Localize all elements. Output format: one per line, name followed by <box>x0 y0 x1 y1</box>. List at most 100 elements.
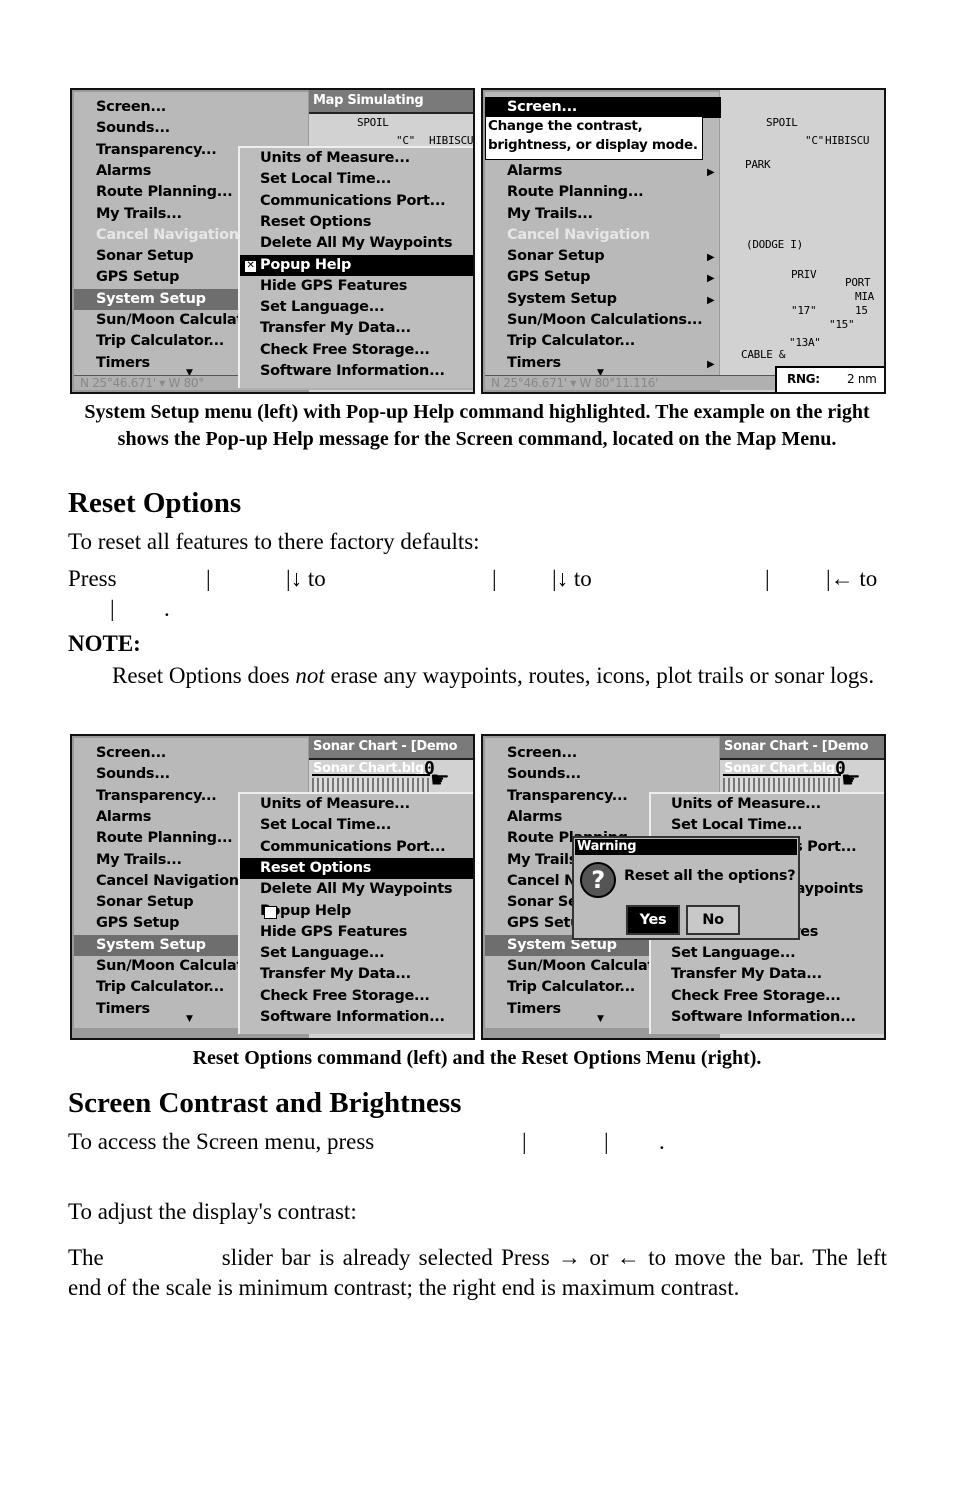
submenu-arrow-icon: ▶ <box>707 273 715 285</box>
submenu-item-units-of-measure[interactable]: Units of Measure... <box>260 794 410 815</box>
submenu-item-set-local-time[interactable]: Set Local Time... <box>260 169 391 190</box>
menu-item-trip-calculator[interactable]: Trip Calculator... <box>507 977 635 998</box>
reset-sep-3: | <box>765 566 770 591</box>
menu-item-cancel-navigation[interactable]: Cancel Navigation <box>96 225 239 246</box>
popup-help-checkbox[interactable]: ✕ <box>244 259 257 273</box>
menu-item-route-planning[interactable]: Route Planning... <box>96 182 233 203</box>
menu-item-timers[interactable]: Timers <box>507 353 561 374</box>
menu-item-transparency[interactable]: Transparency... <box>96 786 217 807</box>
menu-item-timers[interactable]: Timers <box>96 999 150 1020</box>
note-text-post: erase any waypoints, routes, icons, plot… <box>324 663 875 688</box>
submenu-item-set-local-time[interactable]: Set Local Time... <box>260 815 391 836</box>
window-title: Map Simulating <box>309 90 473 114</box>
submenu-item-hide-gps-features[interactable]: Hide GPS Features <box>260 922 407 943</box>
menu-item-system-setup[interactable]: System Setup <box>507 289 617 310</box>
submenu-item-communications-port[interactable]: Communications Port... <box>260 191 446 212</box>
submenu-item-transfer-my-data[interactable]: Transfer My Data... <box>260 318 411 339</box>
scroll-down-arrow-icon[interactable]: ▼ <box>597 1014 604 1024</box>
map-label: PRIV <box>791 268 817 281</box>
system-setup-submenu: Units of Measure...Set Local Time...Comm… <box>238 792 473 1034</box>
menu-item-gps-setup[interactable]: GPS Setup <box>96 267 180 288</box>
menu-item-trip-calculator[interactable]: Trip Calculator... <box>96 331 224 352</box>
submenu-item-delete-all-my-waypoints[interactable]: Delete All My Waypoints <box>260 879 453 900</box>
menu-item-timers[interactable]: Timers <box>96 353 150 374</box>
map-label: "13A" <box>789 336 821 349</box>
menu-item-alarms[interactable]: Alarms <box>96 161 151 182</box>
menu-item-sounds[interactable]: Sounds... <box>96 118 170 139</box>
menu-item-trip-calculator[interactable]: Trip Calculator... <box>96 977 224 998</box>
menu-item-sun-moon-calculat[interactable]: Sun/Moon Calculat <box>507 956 654 977</box>
submenu-item-set-language[interactable]: Set Language... <box>260 297 385 318</box>
menu-item-sonar-setup[interactable]: Sonar Setup <box>96 892 194 913</box>
menu-item-screen[interactable]: Screen... <box>507 743 577 764</box>
menu-item-screen[interactable]: Screen... <box>96 97 166 118</box>
menu-item-gps-setup[interactable]: GPS Setup <box>507 267 591 288</box>
menu-item-my-trails[interactable]: My Trails... <box>96 850 182 871</box>
menu-item-my-trails[interactable]: My Trails... <box>507 204 593 225</box>
submenu-item-software-information[interactable]: Software Information... <box>671 1007 856 1028</box>
popup-help-tooltip: Change the contrast, brightness, or disp… <box>485 116 703 160</box>
submenu-item-transfer-my-data[interactable]: Transfer My Data... <box>260 964 411 985</box>
menu-item-route-planning[interactable]: Route Planning... <box>507 182 644 203</box>
submenu-item-popup-help[interactable]: Popup Help <box>260 901 351 922</box>
reset-left-to: |← to <box>826 566 878 591</box>
screen-access: To access the Screen menu, press <box>68 1129 375 1154</box>
submenu-item-units-of-measure[interactable]: Units of Measure... <box>671 794 821 815</box>
submenu-item-check-free-storage[interactable]: Check Free Storage... <box>671 986 841 1007</box>
menu-item-sun-moon-calculat[interactable]: Sun/Moon Calculat <box>96 956 243 977</box>
window-title: Sonar Chart - [Demo Sonar Chart.blg] <box>720 736 884 776</box>
menu-item-alarms[interactable]: Alarms <box>507 161 562 182</box>
submenu-item-reset-options[interactable]: Reset Options <box>240 857 473 879</box>
submenu-item-transfer-my-data[interactable]: Transfer My Data... <box>671 964 822 985</box>
warning-dialog: Warning? Reset all the options? Yes No <box>572 836 800 940</box>
submenu-item-check-free-storage[interactable]: Check Free Storage... <box>260 986 430 1007</box>
submenu-item-reset-options[interactable]: Reset Options <box>260 212 371 233</box>
submenu-item-communications-port[interactable]: Communications Port... <box>260 837 446 858</box>
menu-item-cancel-navigation[interactable]: Cancel Navigation <box>507 225 650 246</box>
scroll-down-arrow-icon[interactable]: ▼ <box>186 1014 193 1024</box>
menu-item-cancel-navigation[interactable]: Cancel Navigation <box>96 871 239 892</box>
reset-intro: To reset all features to there factory d… <box>68 529 480 554</box>
submenu-item-popup-help[interactable]: Popup Help ✕ <box>240 254 473 276</box>
submenu-item-hide-gps-features[interactable]: Hide GPS Features <box>260 276 407 297</box>
menu-item-sonar-setup[interactable]: Sonar Setup <box>507 246 605 267</box>
reset-down-to-2: |↓ to <box>552 566 592 591</box>
popup-help-checkbox[interactable] <box>264 905 277 919</box>
menu-item-sonar-setup[interactable]: Sonar Setup <box>96 246 194 267</box>
menu-item-alarms[interactable]: Alarms <box>507 807 562 828</box>
map-label: "C" <box>805 134 824 147</box>
menu-item-sounds[interactable]: Sounds... <box>96 764 170 785</box>
map-label: "17" <box>791 304 817 317</box>
menu-item-gps-setup[interactable]: GPS Setup <box>96 913 180 934</box>
yes-button[interactable]: Yes <box>624 903 682 937</box>
map-label: SPOIL <box>357 116 389 129</box>
screenshot-reset-options-command: Sonar Chart - [Demo Sonar Chart.blg] 0 ☛ Sc… <box>70 734 475 1040</box>
no-button[interactable]: No <box>686 905 740 935</box>
menu-item-my-trails[interactable]: My Trails... <box>96 204 182 225</box>
range-label: RNG: <box>787 372 820 386</box>
submenu-item-set-language[interactable]: Set Language... <box>260 943 385 964</box>
submenu-item-units-of-measure[interactable]: Units of Measure... <box>260 148 410 169</box>
menu-item-sun-moon-calculations[interactable]: Sun/Moon Calculations... <box>507 310 703 331</box>
submenu-item-check-free-storage[interactable]: Check Free Storage... <box>260 340 430 361</box>
map-label: MIA <box>855 290 874 303</box>
reset-line2-end: . <box>164 596 170 621</box>
menu-item-screen[interactable]: Screen... <box>485 97 721 118</box>
menu-item-trip-calculator[interactable]: Trip Calculator... <box>507 331 635 352</box>
submenu-item-set-local-time[interactable]: Set Local Time... <box>671 815 802 836</box>
menu-item-timers[interactable]: Timers <box>507 999 561 1020</box>
submenu-item-software-information[interactable]: Software Information... <box>260 1007 445 1028</box>
menu-item-sun-moon-calculat[interactable]: Sun/Moon Calculat <box>96 310 243 331</box>
submenu-item-delete-all-my-waypoints[interactable]: Delete All My Waypoints <box>260 233 453 254</box>
menu-item-route-planning[interactable]: Route Planning... <box>96 828 233 849</box>
menu-item-screen[interactable]: Screen... <box>96 743 166 764</box>
menu-item-transparency[interactable]: Transparency... <box>96 140 217 161</box>
menu-item-transparency[interactable]: Transparency... <box>507 786 628 807</box>
reset-press: Press <box>68 566 117 591</box>
contrast-paragraph-start: The <box>68 1245 104 1270</box>
submenu-arrow-icon: ▶ <box>707 294 715 306</box>
submenu-item-software-information[interactable]: Software Information... <box>260 361 445 382</box>
menu-item-sounds[interactable]: Sounds... <box>507 764 581 785</box>
menu-item-alarms[interactable]: Alarms <box>96 807 151 828</box>
submenu-item-set-language[interactable]: Set Language... <box>671 943 796 964</box>
